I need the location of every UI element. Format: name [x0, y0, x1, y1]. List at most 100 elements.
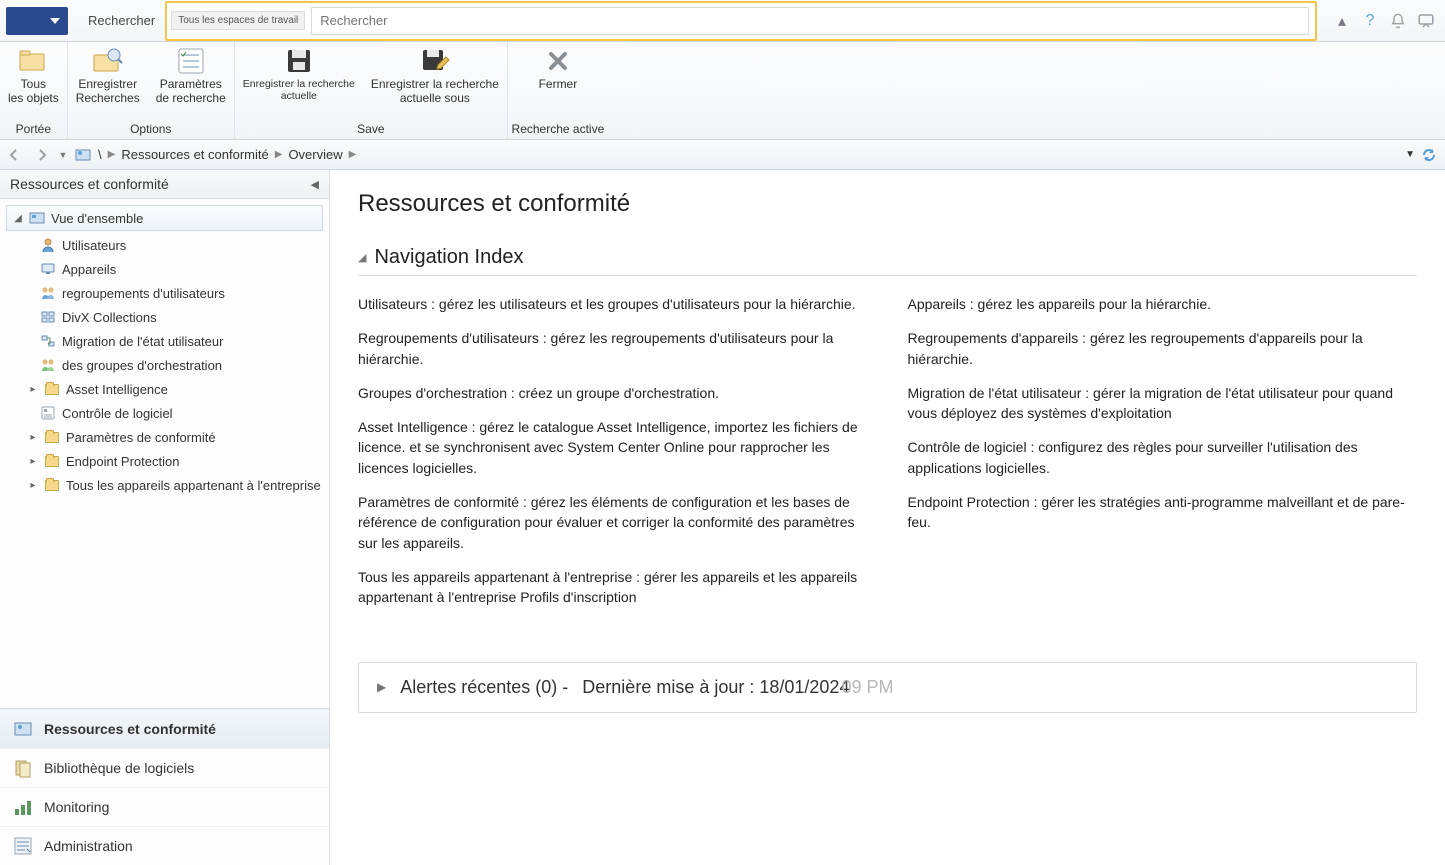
- nav-index-entry[interactable]: Paramètres de conformité : gérez les élé…: [358, 492, 868, 553]
- tree-item-label: Contrôle de logiciel: [62, 406, 173, 421]
- nav-tree: ◢ Vue d'ensemble Utilisateurs Appareils re…: [0, 199, 329, 708]
- device-collection-icon: [40, 309, 56, 325]
- nav-back-button[interactable]: [0, 143, 28, 167]
- tree-item-label: Utilisateurs: [62, 238, 126, 253]
- overview-icon: [29, 210, 45, 226]
- recent-alerts-panel[interactable]: ▶ Alertes récentes (0) - Dernière mise à…: [358, 662, 1417, 713]
- workspace-item[interactable]: Monitoring: [0, 787, 329, 826]
- save-current-search-button[interactable]: Enregistrer la recherche actuelle: [235, 42, 363, 122]
- caret-up-icon[interactable]: ▴: [1333, 12, 1351, 30]
- search-settings-button[interactable]: Paramètres de recherche: [148, 42, 234, 122]
- expander-icon[interactable]: ▸: [28, 432, 38, 443]
- nav-forward-button[interactable]: [28, 143, 56, 167]
- nav-index-entry[interactable]: Utilisateurs : gérez les utilisateurs et…: [358, 294, 868, 314]
- crumb-dropdown-icon[interactable]: ▼: [1405, 149, 1415, 160]
- checklist-icon: [174, 46, 208, 76]
- tree-item[interactable]: DivX Collections: [0, 305, 329, 329]
- chevron-right-icon: ▶: [275, 149, 283, 160]
- save-current-search-as-button[interactable]: Enregistrer la recherche actuelle sous: [363, 42, 507, 122]
- search-input[interactable]: [311, 7, 1309, 35]
- user-group-icon: [40, 285, 56, 301]
- all-objects-label: Tous les objets: [8, 78, 59, 106]
- save-searches-button[interactable]: Enregistrer Recherches: [68, 42, 148, 122]
- sidebar-header: Ressources et conformité ◀: [0, 170, 329, 199]
- folder-icon: [44, 477, 60, 493]
- tree-item-label: Appareils: [62, 262, 116, 277]
- workspace-label: Administration: [44, 838, 133, 854]
- app-menu-button[interactable]: [6, 7, 68, 35]
- tree-item-label: regroupements d'utilisateurs: [62, 286, 225, 301]
- workspace-switcher: Ressources et conformité Bibliothèque de …: [0, 708, 329, 865]
- collapse-icon: ◢: [358, 251, 366, 264]
- tree-item-label: Migration de l'état utilisateur: [62, 334, 223, 349]
- crumb-root[interactable]: \: [98, 147, 102, 162]
- close-search-button[interactable]: Fermer: [508, 42, 608, 122]
- search-scope-badge[interactable]: Tous les espaces de travail: [171, 11, 305, 30]
- nav-index-header[interactable]: ◢ Navigation Index: [358, 246, 1417, 276]
- breadcrumb-right-tools: ▼: [1405, 147, 1445, 163]
- workspace-label: Ressources et conformité: [44, 721, 216, 737]
- ribbon-tab-search[interactable]: Rechercher: [80, 7, 163, 34]
- nav-index-entry[interactable]: Contrôle de logiciel : configurez des rè…: [908, 437, 1418, 478]
- chevron-down-icon: [50, 18, 60, 24]
- feedback-icon[interactable]: [1417, 12, 1435, 30]
- expander-collapsed-icon[interactable]: ◢: [13, 213, 23, 224]
- nav-index-entry[interactable]: Appareils : gérez les appareils pour la …: [908, 294, 1418, 314]
- tree-item-label: Endpoint Protection: [66, 454, 179, 469]
- tree-item[interactable]: ▸Asset Intelligence: [0, 377, 329, 401]
- tree-item[interactable]: des groupes d'orchestration: [0, 353, 329, 377]
- tree-item[interactable]: regroupements d'utilisateurs: [0, 281, 329, 305]
- expand-icon: ▶: [377, 680, 386, 694]
- nav-index-entry[interactable]: Asset Intelligence : gérez le catalogue …: [358, 417, 868, 478]
- nav-index-entry[interactable]: Regroupements d'utilisateurs : gérez les…: [358, 328, 868, 369]
- sidebar-title: Ressources et conformité: [10, 176, 169, 192]
- folder-icon: [16, 46, 50, 76]
- tree-item[interactable]: Contrôle de logiciel: [0, 401, 329, 425]
- nav-history-dropdown[interactable]: ▼: [56, 143, 70, 167]
- chevron-right-icon: ▶: [349, 149, 357, 160]
- workspace-label: Bibliothèque de logiciels: [44, 760, 194, 776]
- nav-index-entry[interactable]: Tous les appareils appartenant à l'entre…: [358, 567, 868, 608]
- bell-icon[interactable]: [1389, 12, 1407, 30]
- tree-item-label: DivX Collections: [62, 310, 157, 325]
- help-icon[interactable]: ?: [1361, 12, 1379, 30]
- workspace-icon: [74, 146, 92, 164]
- main-content: Ressources et conformité ◢ Navigation In…: [330, 170, 1445, 865]
- user-icon: [40, 237, 56, 253]
- ribbon-group-save: Enregistrer la recherche actuelle Enregi…: [235, 42, 508, 139]
- nav-index-entry[interactable]: Groupes d'orchestration : créez un group…: [358, 383, 868, 403]
- workspace-item[interactable]: Bibliothèque de logiciels: [0, 748, 329, 787]
- tree-item[interactable]: Migration de l'état utilisateur: [0, 329, 329, 353]
- title-bar: Rechercher Tous les espaces de travail ▴…: [0, 0, 1445, 42]
- tree-item[interactable]: Appareils: [0, 257, 329, 281]
- crumb-workspace[interactable]: Ressources et conformité: [121, 147, 268, 162]
- save-current-as-label: Enregistrer la recherche actuelle sous: [371, 78, 499, 106]
- nav-index-entry[interactable]: Endpoint Protection : gérer les stratégi…: [908, 492, 1418, 533]
- tree-item[interactable]: ▸Tous les appareils appartenant à l'entr…: [0, 473, 329, 497]
- breadcrumb-bar: ▼ \ ▶ Ressources et conformité ▶ Overvie…: [0, 140, 1445, 170]
- nav-index-entry[interactable]: Migration de l'état utilisateur : gérer …: [908, 383, 1418, 424]
- workspace-label: Monitoring: [44, 799, 109, 815]
- tree-item[interactable]: ▸ Endpoint Protection: [0, 449, 329, 473]
- save-searches-label: Enregistrer Recherches: [76, 78, 140, 106]
- tree-root-overview[interactable]: ◢ Vue d'ensemble: [6, 205, 323, 231]
- expander-icon[interactable]: ▸: [28, 384, 38, 395]
- expander-icon[interactable]: ▸: [28, 456, 38, 467]
- tree-root-label: Vue d'ensemble: [51, 211, 143, 226]
- nav-index-entry[interactable]: Regroupements d'appareils : gérez les re…: [908, 328, 1418, 369]
- collapse-sidebar-icon[interactable]: ◀: [311, 178, 319, 191]
- breadcrumb: \ ▶ Ressources et conformité ▶ Overview …: [74, 146, 356, 164]
- close-icon: [541, 46, 575, 76]
- ribbon-group-label-save: Save: [235, 122, 507, 139]
- ribbon-group-label-options: Options: [68, 122, 234, 139]
- workspace-item[interactable]: Administration: [0, 826, 329, 865]
- close-label: Fermer: [539, 78, 578, 92]
- crumb-page[interactable]: Overview: [288, 147, 342, 162]
- workspace-item[interactable]: Ressources et conformité: [0, 709, 329, 748]
- nav-index-columns: Utilisateurs : gérez les utilisateurs et…: [358, 294, 1417, 608]
- tree-item[interactable]: Utilisateurs: [0, 233, 329, 257]
- tree-item[interactable]: ▸Paramètres de conformité: [0, 425, 329, 449]
- all-objects-button[interactable]: Tous les objets: [0, 42, 67, 122]
- expander-icon[interactable]: ▸: [28, 480, 38, 491]
- refresh-icon[interactable]: [1421, 147, 1437, 163]
